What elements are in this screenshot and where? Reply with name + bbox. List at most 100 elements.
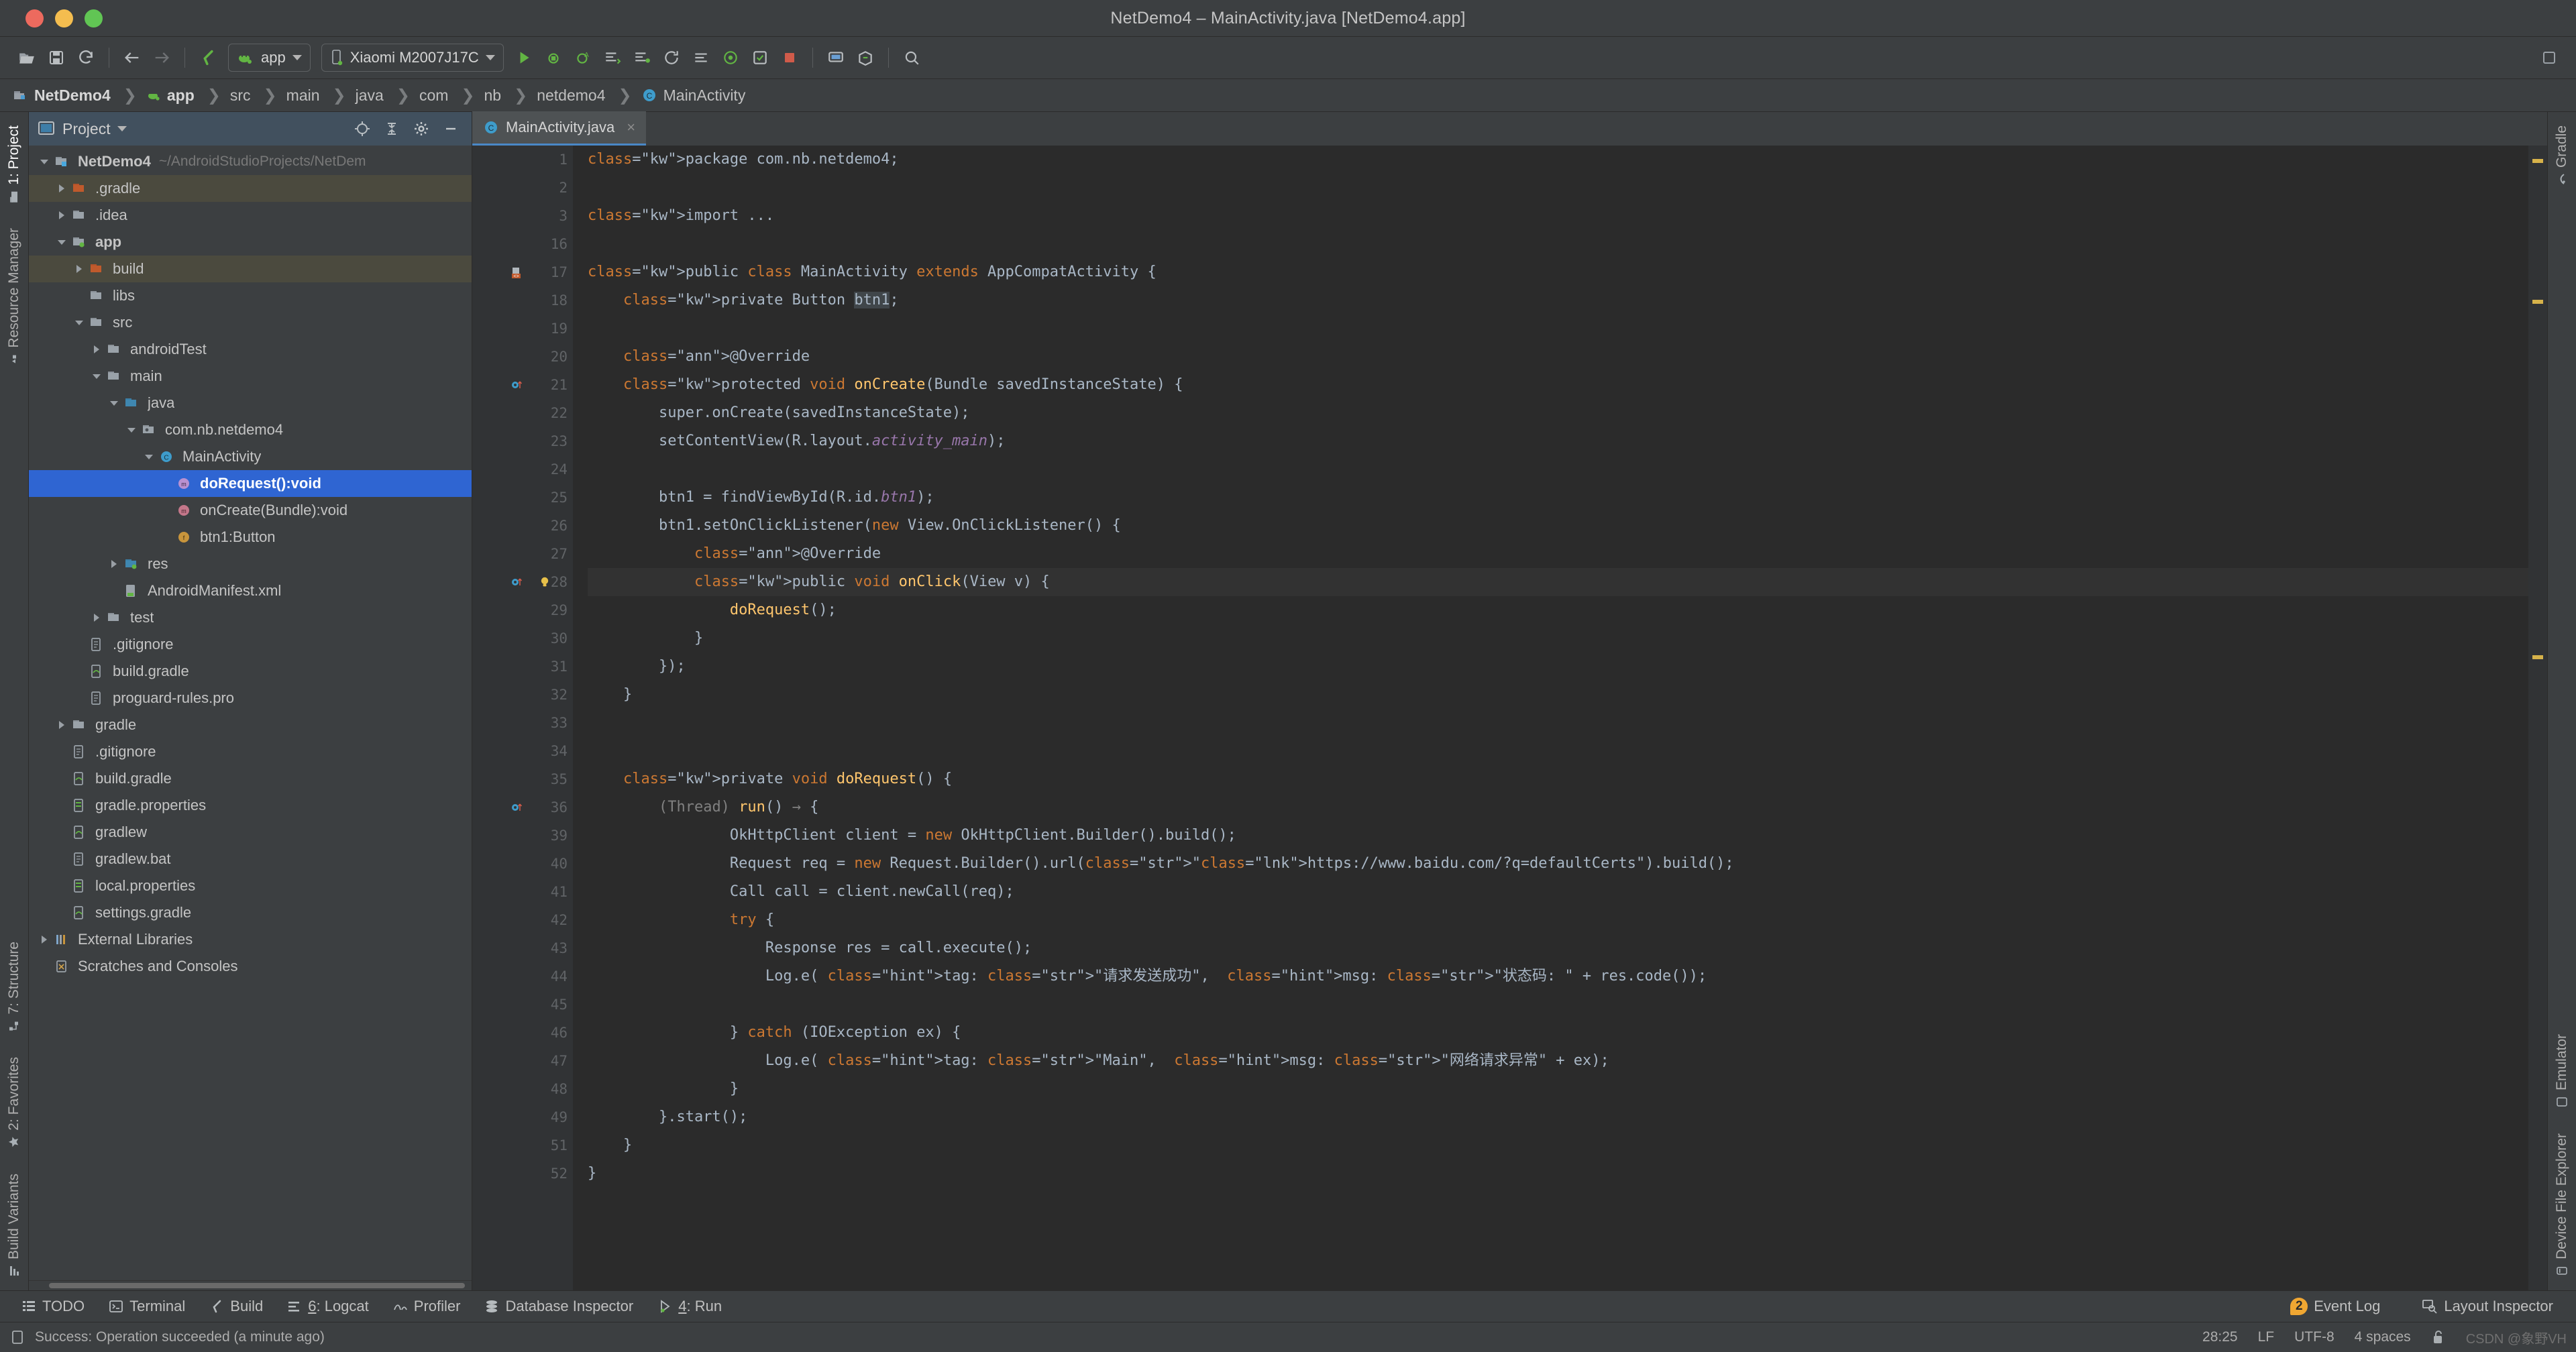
tree-item-local-properties[interactable]: local.properties — [29, 872, 472, 899]
code-line[interactable] — [588, 230, 2528, 258]
code-line[interactable] — [588, 174, 2528, 202]
tree-item-settings-gradle[interactable]: settings.gradle — [29, 899, 472, 926]
breadcrumb-item-java[interactable]: java ❯ — [354, 86, 418, 105]
breadcrumb-item-class[interactable]: C MainActivity — [640, 87, 747, 105]
tool-window-database-inspector[interactable]: Database Inspector — [472, 1298, 645, 1315]
code-line[interactable]: class="kw">private Button btn1; — [588, 286, 2528, 315]
gutter-line[interactable]: 32⊟ — [472, 681, 580, 709]
tree-item-gradlew-bat[interactable]: gradlew.bat — [29, 846, 472, 872]
code-line[interactable]: (Thread) run() → { — [588, 793, 2528, 822]
save-all-icon[interactable] — [42, 43, 71, 72]
breadcrumb-item-netdemo4[interactable]: netdemo4 ❯ — [535, 86, 639, 105]
tree-item-gitignore[interactable]: .gitignore — [29, 631, 472, 658]
gutter-line[interactable]: 43 — [472, 934, 573, 962]
marker-warning-3[interactable] — [2532, 655, 2543, 659]
gutter-line[interactable]: 18 — [472, 286, 573, 315]
gutter-line[interactable]: 34 — [472, 737, 573, 765]
sidebar-item-project[interactable]: 1: Project — [6, 121, 22, 207]
gutter-line[interactable]: 19 — [472, 315, 573, 343]
close-icon[interactable]: × — [627, 119, 635, 136]
collapse-all-icon[interactable] — [380, 117, 403, 140]
project-tree[interactable]: NetDemo4 ~/AndroidStudioProjects/NetDem .g… — [29, 146, 472, 1280]
gutter-line[interactable]: 36− — [472, 793, 580, 822]
gutter-line[interactable]: 48 — [472, 1075, 573, 1103]
tree-item-gradle[interactable]: gradle — [29, 712, 472, 738]
marker-warning[interactable] — [2532, 159, 2543, 163]
breadcrumb-item-nb[interactable]: nb ❯ — [483, 86, 536, 105]
gutter-line[interactable]: 46− — [472, 1019, 580, 1047]
code-line[interactable]: Log.e( class="hint">tag: class="str">"Ma… — [588, 1047, 2528, 1075]
gutter-line[interactable]: 41 — [472, 878, 573, 906]
sidebar-item-emulator[interactable]: Emulator — [2554, 1030, 2570, 1112]
tree-item-build-gradle[interactable]: build.gradle — [29, 765, 472, 792]
tree-twisty[interactable] — [53, 824, 70, 841]
chevron-right-icon[interactable] — [55, 209, 68, 222]
tree-twisty[interactable] — [53, 797, 70, 814]
code-line[interactable]: } catch (IOException ex) { — [588, 1019, 2528, 1047]
gutter-line[interactable]: 16 — [472, 230, 573, 258]
make-project-icon[interactable] — [193, 43, 223, 72]
code-line[interactable]: class="ann">@Override — [588, 540, 2528, 568]
gutter-line[interactable]: 24 — [472, 455, 573, 484]
tool-window-todo[interactable]: TODO — [9, 1298, 97, 1315]
stop-icon[interactable] — [775, 43, 804, 72]
code-line[interactable]: btn1 = findViewById(R.id.btn1); — [588, 484, 2528, 512]
chevron-down-icon[interactable] — [90, 370, 103, 383]
tool-window-layout-inspector[interactable]: Layout Inspector — [2410, 1298, 2565, 1315]
sdk-manager-icon[interactable] — [851, 43, 880, 72]
tree-item-test[interactable]: test — [29, 604, 472, 631]
tree-item-idea[interactable]: .idea — [29, 202, 472, 229]
tree-item-scratches-and-consoles[interactable]: Scratches and Consoles — [29, 953, 472, 980]
editor-code[interactable]: class="kw">package com.nb.netdemo4; clas… — [573, 146, 2528, 1290]
sidebar-item-structure[interactable]: 7: Structure — [6, 938, 22, 1036]
tree-item-oncreate-bundle-void[interactable]: m onCreate(Bundle):void — [29, 497, 472, 524]
caret-position[interactable]: 28:25 — [2202, 1329, 2238, 1345]
tree-item-btn1-button[interactable]: f btn1:Button — [29, 524, 472, 551]
tree-twisty[interactable] — [123, 421, 140, 439]
tree-twisty[interactable] — [158, 475, 175, 492]
chevron-down-icon[interactable] — [107, 396, 121, 410]
file-encoding[interactable]: UTF-8 — [2294, 1329, 2334, 1345]
chevron-down-icon[interactable] — [55, 235, 68, 249]
tree-twisty[interactable] — [88, 341, 105, 358]
chevron-right-icon[interactable] — [38, 933, 51, 946]
gutter-line[interactable]: 21− — [472, 371, 580, 399]
gutter-line[interactable]: 23 — [472, 427, 573, 455]
code-line[interactable]: class="kw">private void doRequest() { — [588, 765, 2528, 793]
gutter-line[interactable]: <> 17 — [472, 258, 573, 286]
tree-item-androidtest[interactable]: androidTest — [29, 336, 472, 363]
code-line[interactable]: doRequest(); — [588, 596, 2528, 624]
code-line[interactable]: Response res = call.execute(); — [588, 934, 2528, 962]
code-line[interactable]: } — [588, 1131, 2528, 1160]
tree-twisty[interactable] — [53, 180, 70, 197]
chevron-right-icon[interactable] — [55, 718, 68, 732]
editor-gutter[interactable]: 1 2 3+ 16 <> 17 18 19 20 21− 22 23 24 25 26 27 28 29 30 31⊟… — [472, 146, 580, 1290]
project-horizontal-scrollbar[interactable] — [29, 1280, 472, 1290]
zoom-button[interactable] — [85, 9, 103, 27]
tool-window-profiler[interactable]: Profiler — [381, 1298, 473, 1315]
project-view-chevron-icon[interactable] — [117, 126, 127, 131]
code-line[interactable]: Request req = new Request.Builder().url(… — [588, 850, 2528, 878]
code-line[interactable]: } — [588, 1160, 2528, 1188]
sidebar-item-resource-manager[interactable]: Resource Manager — [6, 224, 22, 370]
gutter-line[interactable]: 51⊟ — [472, 1131, 580, 1160]
gutter-line[interactable]: 52 — [472, 1160, 573, 1188]
tree-item-gradlew[interactable]: gradlew — [29, 819, 472, 846]
tree-twisty[interactable] — [53, 904, 70, 921]
tree-item-build-gradle[interactable]: build.gradle — [29, 658, 472, 685]
tree-item-netdemo4[interactable]: NetDemo4 ~/AndroidStudioProjects/NetDem — [29, 148, 472, 175]
gutter-line[interactable]: 47 — [472, 1047, 573, 1075]
apply-code-changes-icon[interactable] — [627, 43, 657, 72]
code-line[interactable]: OkHttpClient client = new OkHttpClient.B… — [588, 822, 2528, 850]
code-line[interactable]: class="kw">import ... — [588, 202, 2528, 230]
gutter-line[interactable]: 31⊟ — [472, 653, 580, 681]
layout-preview-icon[interactable] — [2534, 43, 2564, 72]
gutter-line[interactable]: 44 — [472, 962, 573, 991]
code-editor[interactable]: 1 2 3+ 16 <> 17 18 19 20 21− 22 23 24 25 26 27 28 29 30 31⊟… — [472, 146, 2547, 1290]
tree-twisty[interactable] — [53, 743, 70, 760]
apply-changes-icon[interactable] — [598, 43, 627, 72]
tree-twisty[interactable] — [158, 502, 175, 519]
code-line[interactable]: btn1.setOnClickListener(new View.OnClick… — [588, 512, 2528, 540]
gutter-line[interactable]: 39 — [472, 822, 573, 850]
class-gutter-marker[interactable]: <> — [510, 264, 526, 280]
